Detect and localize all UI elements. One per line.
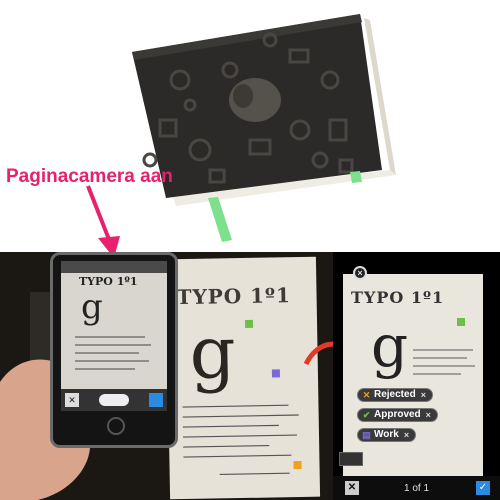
callout-label: Paginacamera aan: [6, 166, 173, 187]
handwriting-lines: [182, 404, 299, 476]
tag-rejected[interactable]: ✕ Rejected ×: [357, 388, 433, 402]
tag-label: Work: [374, 429, 399, 440]
notebook-page: TYPO 1º1 g: [165, 256, 321, 500]
captured-notes: [413, 349, 475, 375]
remove-tag-icon[interactable]: ×: [404, 429, 409, 441]
captured-page-letter: g: [371, 312, 409, 380]
rejected-tag-icon: ✕: [362, 389, 371, 400]
phone-scanning-photo: TYPO 1º1 g TYPO 1º1 g ✕: [0, 252, 333, 500]
notebook-page-letter: g: [188, 310, 237, 395]
home-button[interactable]: [107, 417, 125, 435]
phone-screen: TYPO 1º1 g ✕: [61, 261, 167, 411]
notebook-photo: Paginacamera aan: [0, 0, 500, 258]
approved-tag-icon: ✔: [362, 409, 371, 420]
confirm-button[interactable]: [149, 393, 163, 407]
pink-arrow-icon: [86, 185, 120, 258]
camera-toolbar: ✕: [61, 389, 167, 411]
purple-tag-icon: [271, 369, 280, 378]
tag-label: Rejected: [374, 389, 416, 400]
phone: TYPO 1º1 g ✕: [50, 252, 178, 448]
tag-work[interactable]: ▤ Work ×: [357, 428, 417, 442]
notebook-illustration: [132, 14, 396, 242]
remove-tag-icon[interactable]: ×: [426, 409, 431, 421]
remove-tag-icon[interactable]: ×: [421, 389, 426, 401]
shutter-button[interactable]: [99, 394, 129, 406]
green-marker-icon: [457, 318, 465, 326]
page-thumbnail[interactable]: [339, 452, 363, 466]
tag-approved[interactable]: ✔ Approved ×: [357, 408, 438, 422]
page-count: 1 of 1: [403, 483, 430, 494]
preview-text-lines: [75, 336, 151, 370]
close-button[interactable]: ×: [353, 266, 367, 280]
done-button[interactable]: ✓: [476, 481, 490, 495]
app-screen: TYPO 1º1 g × ✕ Rejected × ✔ Approved × ▤…: [333, 252, 500, 500]
notebook-page-title: TYPO 1º1: [176, 283, 292, 310]
preview-letter: g: [81, 287, 103, 327]
captured-page-title: TYPO 1º1: [351, 288, 445, 307]
green-tag-icon: [244, 319, 254, 328]
work-tag-icon: ▤: [362, 429, 371, 440]
cancel-button[interactable]: ✕: [65, 393, 79, 407]
tag-label: Approved: [374, 409, 421, 420]
bottom-toolbar: ✕ 1 of 1 ✓: [333, 476, 500, 500]
captured-page: TYPO 1º1 g: [343, 274, 483, 478]
